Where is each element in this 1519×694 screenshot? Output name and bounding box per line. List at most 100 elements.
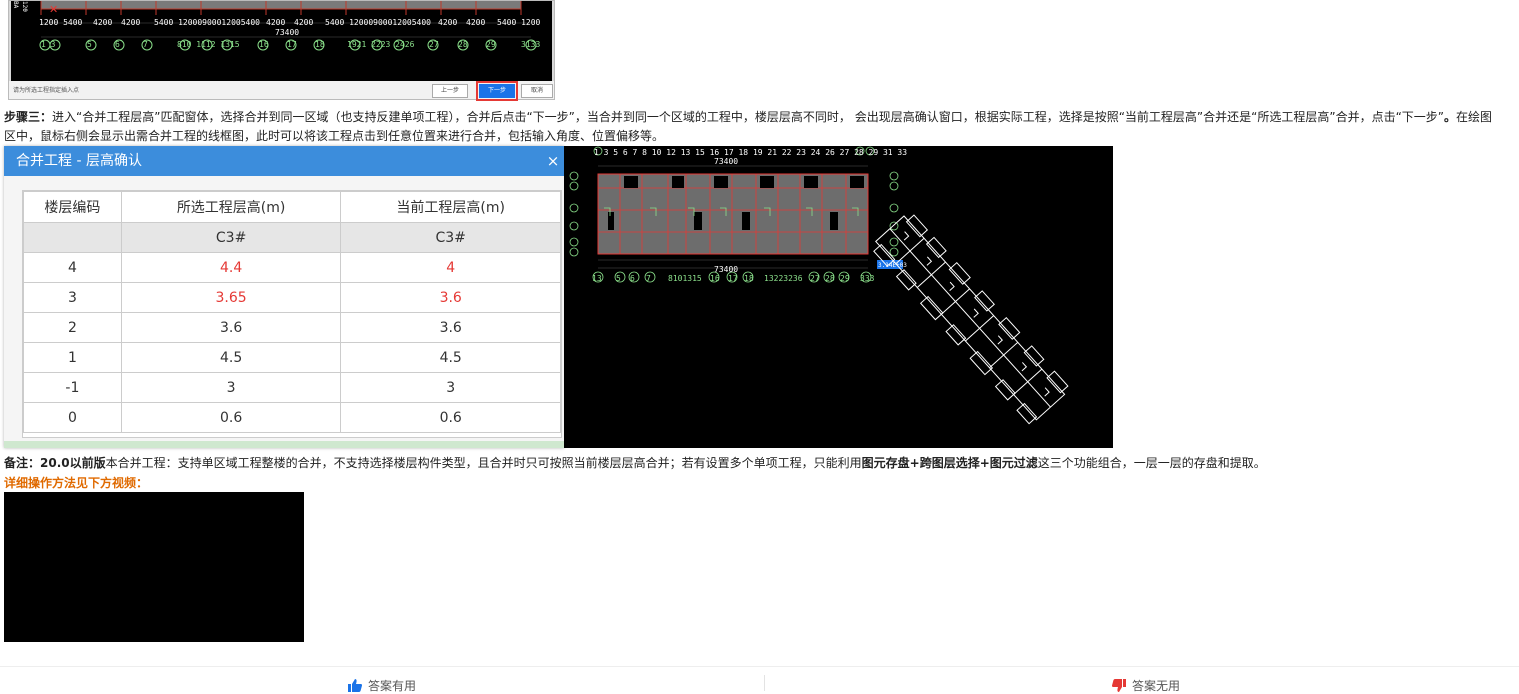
- video-instruction-link: 详细操作方法见下方视频：: [4, 476, 149, 490]
- current-height[interactable]: 3.6: [340, 282, 561, 313]
- cad-axis-6: 17: [287, 40, 297, 49]
- remark-text-1: 本合并工程：支持单区域工程整楼的合并，不支持选择楼层构件类型，且合并时只可按照当…: [105, 456, 862, 470]
- current-height[interactable]: 3: [340, 372, 561, 403]
- next-step-button[interactable]: 下一步: [476, 81, 518, 101]
- useful-label: 答案有用: [368, 679, 417, 693]
- cad2-total-top: 73400: [714, 157, 738, 166]
- cad-dim-1: 4200: [93, 18, 113, 27]
- cad2-total-bottom: 73400: [714, 265, 738, 274]
- step3-paragraph: 步骤三：进入“合并工程层高”匹配窗体，选择合并到同一区域（也支持反建单项工程），…: [4, 108, 1504, 146]
- remark-label: 备注：: [4, 456, 41, 470]
- feedback-bar: 答案有用 答案无用: [0, 666, 1519, 694]
- current-height[interactable]: 3.6: [340, 312, 561, 343]
- video-player[interactable]: [4, 492, 304, 642]
- cad2-bottom-axis-6: 17: [728, 274, 738, 283]
- current-height[interactable]: 4: [340, 252, 561, 283]
- col-current-height: 当前工程层高(m): [340, 191, 561, 223]
- sub-selected-project: C3#: [120, 222, 342, 253]
- dialog-title: 合并工程 - 层高确认: [16, 153, 142, 169]
- selected-height[interactable]: 4.5: [120, 342, 342, 373]
- cad-dim-4: 4200: [266, 18, 286, 27]
- sub-current-project: C3#: [340, 222, 561, 253]
- cad-total-dim: 73400: [275, 28, 300, 37]
- cad-floorplan-top: ✕: [39, 1, 537, 51]
- cad2-bottom-axis-1: 5: [616, 274, 621, 283]
- cancel-button[interactable]: 取消: [521, 84, 553, 98]
- cad-axis-9: 27: [429, 40, 439, 49]
- thumbs-up-icon: [348, 679, 362, 692]
- floor-code: 4: [23, 252, 122, 283]
- remark-text-2: 这三个功能组合，一层一层的存盘和提取。: [1037, 456, 1266, 470]
- table-row[interactable]: 2 3.6 3.6: [23, 312, 561, 343]
- dialog-footer-strip: [4, 441, 564, 448]
- cad-dim-3: 5400 12000900012005400: [154, 18, 260, 27]
- cad-axis-0: 1 3: [41, 40, 56, 49]
- cad-dim-7: 4200: [438, 18, 458, 27]
- cad-merge-preview[interactable]: 1 3 5 6 7 8 10 12 13 15 16 17 18 19 21 2…: [564, 146, 1113, 448]
- selected-height[interactable]: 3.65: [120, 282, 342, 313]
- close-icon[interactable]: ×: [542, 146, 564, 176]
- useless-answer-button[interactable]: 答案无用: [1112, 677, 1180, 694]
- cad-axis-4: 810 1112 1315: [177, 40, 240, 49]
- table-header-row: 楼层编码 所选工程层高(m) 当前工程层高(m): [23, 191, 561, 223]
- cad-axis-3: 7: [143, 40, 148, 49]
- selected-height[interactable]: 0.6: [120, 402, 342, 433]
- current-height[interactable]: 4.5: [340, 342, 561, 373]
- floor-height-table: 楼层编码 所选工程层高(m) 当前工程层高(m) C3# C3# 4 4.4 4…: [23, 191, 561, 433]
- table-subheader-row: C3# C3#: [23, 222, 561, 253]
- table-row[interactable]: 1 4.5 4.5: [23, 342, 561, 373]
- useless-label: 答案无用: [1132, 679, 1181, 693]
- dialog-title-bar: 合并工程 - 层高确认 ×: [4, 146, 564, 176]
- cad2-top-axes: 1 3 5 6 7 8 10 12 13 15 16 17 18 19 21 2…: [594, 148, 907, 157]
- floor-height-table-wrap: 楼层编码 所选工程层高(m) 当前工程层高(m) C3# C3# 4 4.4 4…: [22, 190, 562, 438]
- table-row[interactable]: 0 0.6 0.6: [23, 402, 561, 433]
- cad-axis-5: 16: [259, 40, 269, 49]
- cad2-bottom-axis-11: 29: [840, 274, 850, 283]
- thumbs-down-icon: [1112, 679, 1126, 692]
- floor-code: 3: [23, 282, 122, 313]
- cad-axis-11: 29: [486, 40, 496, 49]
- table-row[interactable]: 4 4.4 4: [23, 252, 561, 283]
- step3-text-2: 。: [1444, 110, 1457, 124]
- remark-feature: 图元存盘+跨图层选择+图元过滤: [861, 456, 1038, 470]
- table-row[interactable]: 3 3.65 3.6: [23, 282, 561, 313]
- cad2-bottom-axis-8: 13223236: [764, 274, 803, 283]
- floor-code: 0: [23, 402, 122, 433]
- cad-dim-5: 4200: [294, 18, 314, 27]
- cad-dim-9: 5400 1200: [497, 18, 541, 27]
- remark-paragraph: 备注：20.0以前版本合并工程：支持单区域工程整楼的合并，不支持选择楼层构件类型…: [4, 454, 1514, 473]
- step3-text-1: 进入“合并工程层高”匹配窗体，选择合并到同一区域（也支持反建单项工程），合并后点…: [52, 110, 1445, 124]
- useful-answer-button[interactable]: 答案有用: [348, 677, 416, 694]
- selected-height[interactable]: 3: [120, 372, 342, 403]
- cad2-bottom-axis-10: 28: [825, 274, 835, 283]
- feedback-divider: [764, 675, 765, 691]
- remark-version: 20.0以前版: [40, 456, 106, 470]
- cad-axis-12: 3133: [521, 40, 541, 49]
- svg-text:✕: ✕: [49, 3, 58, 16]
- table-row[interactable]: -1 3 3: [23, 372, 561, 403]
- cad2-cursor-input[interactable]: 3.14E+03: [878, 262, 907, 269]
- cad-screenshot-top: ✕ BA 120 1200 5400 4200 4200 5400 120009…: [8, 0, 555, 101]
- cad2-bottom-axis-12: 333: [860, 274, 875, 283]
- cad-axis-7: 18: [315, 40, 325, 49]
- cad2-bottom-axis-7: 18: [744, 274, 754, 283]
- cad-canvas-top: ✕ BA 120 1200 5400 4200 4200 5400 120009…: [11, 1, 552, 81]
- cad2-bottom-axis-9: 27: [810, 274, 820, 283]
- cad2-bottom-axis-2: 6: [630, 274, 635, 283]
- step3-label: 步骤三：: [4, 110, 53, 124]
- prev-step-button[interactable]: 上一步: [432, 84, 468, 98]
- floor-code: -1: [23, 372, 122, 403]
- current-height[interactable]: 0.6: [340, 402, 561, 433]
- cad-axis-10: 28: [458, 40, 468, 49]
- floor-code: 1: [23, 342, 122, 373]
- cad-merge-drawing: 1 3 5 6 7 8 10 12 13 15 16 17 18 19 21 2…: [569, 146, 1069, 425]
- cad2-bottom-axis-4: 8101315: [668, 274, 702, 283]
- cad-axis-1: 5: [87, 40, 92, 49]
- sub-empty: [23, 222, 122, 253]
- selected-height[interactable]: 3.6: [120, 312, 342, 343]
- col-selected-height: 所选工程层高(m): [120, 191, 342, 223]
- selected-height[interactable]: 4.4: [120, 252, 342, 283]
- cad2-bottom-axis-3: 7: [646, 274, 651, 283]
- cad2-bottom-axis-5: 16: [710, 274, 720, 283]
- cad-axis-8: 1921 2223 2426: [347, 40, 415, 49]
